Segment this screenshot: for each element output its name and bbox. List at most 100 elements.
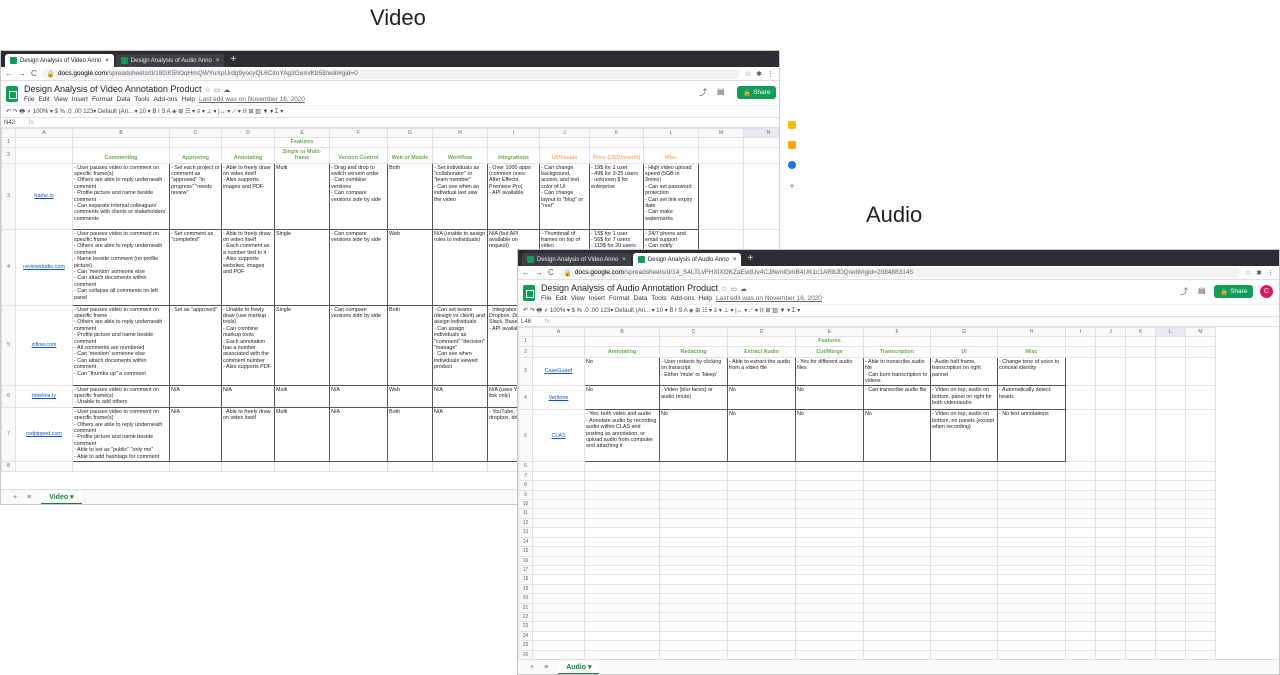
cell[interactable] [727,461,796,472]
cell[interactable] [727,546,796,557]
row-number[interactable]: 7 [518,470,533,482]
cell[interactable] [532,480,585,491]
cell[interactable] [1185,356,1216,387]
cell[interactable] [997,630,1066,642]
cell[interactable] [1065,536,1096,548]
cell[interactable] [1095,536,1126,548]
cell[interactable] [863,546,931,557]
cell[interactable] [1125,583,1156,595]
cell[interactable] [727,574,796,585]
menu-data[interactable]: Data [634,295,648,302]
cell[interactable] [1095,470,1126,482]
menu-tools[interactable]: Tools [651,295,666,302]
table-cell[interactable]: Both [387,304,433,386]
cell[interactable] [1155,336,1186,347]
cell[interactable] [1185,527,1216,538]
cell[interactable] [1125,640,1156,651]
cell[interactable] [1065,602,1096,613]
cell[interactable] [1095,630,1126,642]
cell[interactable] [698,137,744,148]
table-cell[interactable]: Multi [274,384,330,408]
category-header[interactable]: Cut/Merge [795,345,864,358]
cell[interactable] [1155,546,1186,557]
cell[interactable] [532,536,585,548]
menu-view[interactable]: View [54,96,68,103]
close-tab-icon[interactable]: × [105,58,109,64]
table-cell[interactable]: - User pauses video to comment on specif… [72,228,170,306]
cell[interactable] [659,461,728,472]
row-number[interactable]: 24 [518,630,533,642]
menu-help[interactable]: Help [182,96,195,103]
menu-file[interactable]: File [24,96,34,103]
new-tab-icon[interactable]: + [743,253,757,266]
column-header[interactable]: L [643,127,699,139]
category-header[interactable]: Version Control [329,146,388,164]
cell[interactable] [659,593,728,604]
cell[interactable] [795,583,864,595]
cell[interactable] [1065,630,1096,642]
cell[interactable] [1065,621,1096,632]
column-header[interactable]: N [743,127,779,139]
cell[interactable] [532,621,585,632]
cell[interactable] [1125,508,1156,519]
cell[interactable] [795,611,864,623]
cell[interactable] [997,546,1066,557]
cell[interactable] [1095,336,1126,347]
category-header[interactable]: Annotating [221,146,275,164]
cell[interactable] [532,602,585,613]
cell[interactable] [1185,536,1216,548]
sheets-logo-icon[interactable] [523,285,535,301]
row-number[interactable]: 16 [518,555,533,566]
reload-icon[interactable]: C [548,268,554,277]
cell[interactable] [1155,461,1186,472]
table-cell[interactable]: - Set individuals as "collaborator" or "… [432,162,488,230]
cell[interactable] [1185,611,1216,623]
column-header[interactable]: K [1125,326,1156,338]
cell[interactable] [930,583,998,595]
cell[interactable] [532,555,585,566]
menu-data[interactable]: Data [117,96,131,103]
category-header[interactable]: Approving [169,146,222,164]
cell[interactable] [1155,517,1186,529]
column-header[interactable]: C [169,127,222,139]
table-cell[interactable]: N/A [432,384,488,408]
cell[interactable] [1065,574,1096,585]
cell[interactable] [1185,630,1216,642]
cell[interactable] [659,517,728,529]
cell[interactable] [1125,593,1156,604]
column-header[interactable]: D [221,127,275,139]
cell[interactable] [274,461,330,472]
table-cell[interactable]: - Over 1000 apps (common ones: After Eff… [487,162,540,230]
add-sheet-icon[interactable]: + [530,664,534,671]
cell[interactable] [1185,345,1216,358]
cell[interactable] [997,536,1066,548]
cell[interactable] [221,137,275,148]
table-cell[interactable]: Single [274,304,330,386]
cell[interactable] [1185,621,1216,632]
cell[interactable] [727,499,796,510]
cell[interactable] [1155,574,1186,585]
table-cell[interactable]: - User pauses video to comment on specif… [72,384,170,408]
category-header[interactable]: Misc [643,146,699,164]
row-number[interactable]: 4 [518,385,533,411]
cell[interactable] [532,461,585,472]
row-number[interactable]: 17 [518,564,533,576]
row-number[interactable]: 5 [518,409,533,463]
menu-format[interactable]: Format [609,295,630,302]
menu-view[interactable]: View [571,295,585,302]
cell[interactable] [1065,564,1096,576]
cell[interactable] [584,546,660,557]
cell[interactable] [15,146,73,164]
cell[interactable] [997,574,1066,585]
formatting-toolbar[interactable]: ↶ ↷ 🖶 ⸙ 100% ▾ $ % .0 .00 123▾ Default (… [518,304,1279,317]
cell[interactable] [1155,480,1186,491]
table-cell[interactable]: - User pauses video to comment on specif… [72,162,170,230]
cell[interactable] [659,555,728,566]
sheet-tab-video[interactable]: Video ▾ [41,490,82,504]
table-cell[interactable]: Web [387,228,433,306]
all-sheets-icon[interactable]: ≡ [27,494,31,501]
cell[interactable] [659,527,728,538]
row-number[interactable]: 18 [518,574,533,585]
cell[interactable] [659,630,728,642]
bookmark-star-icon[interactable]: ☆ [1245,269,1251,277]
